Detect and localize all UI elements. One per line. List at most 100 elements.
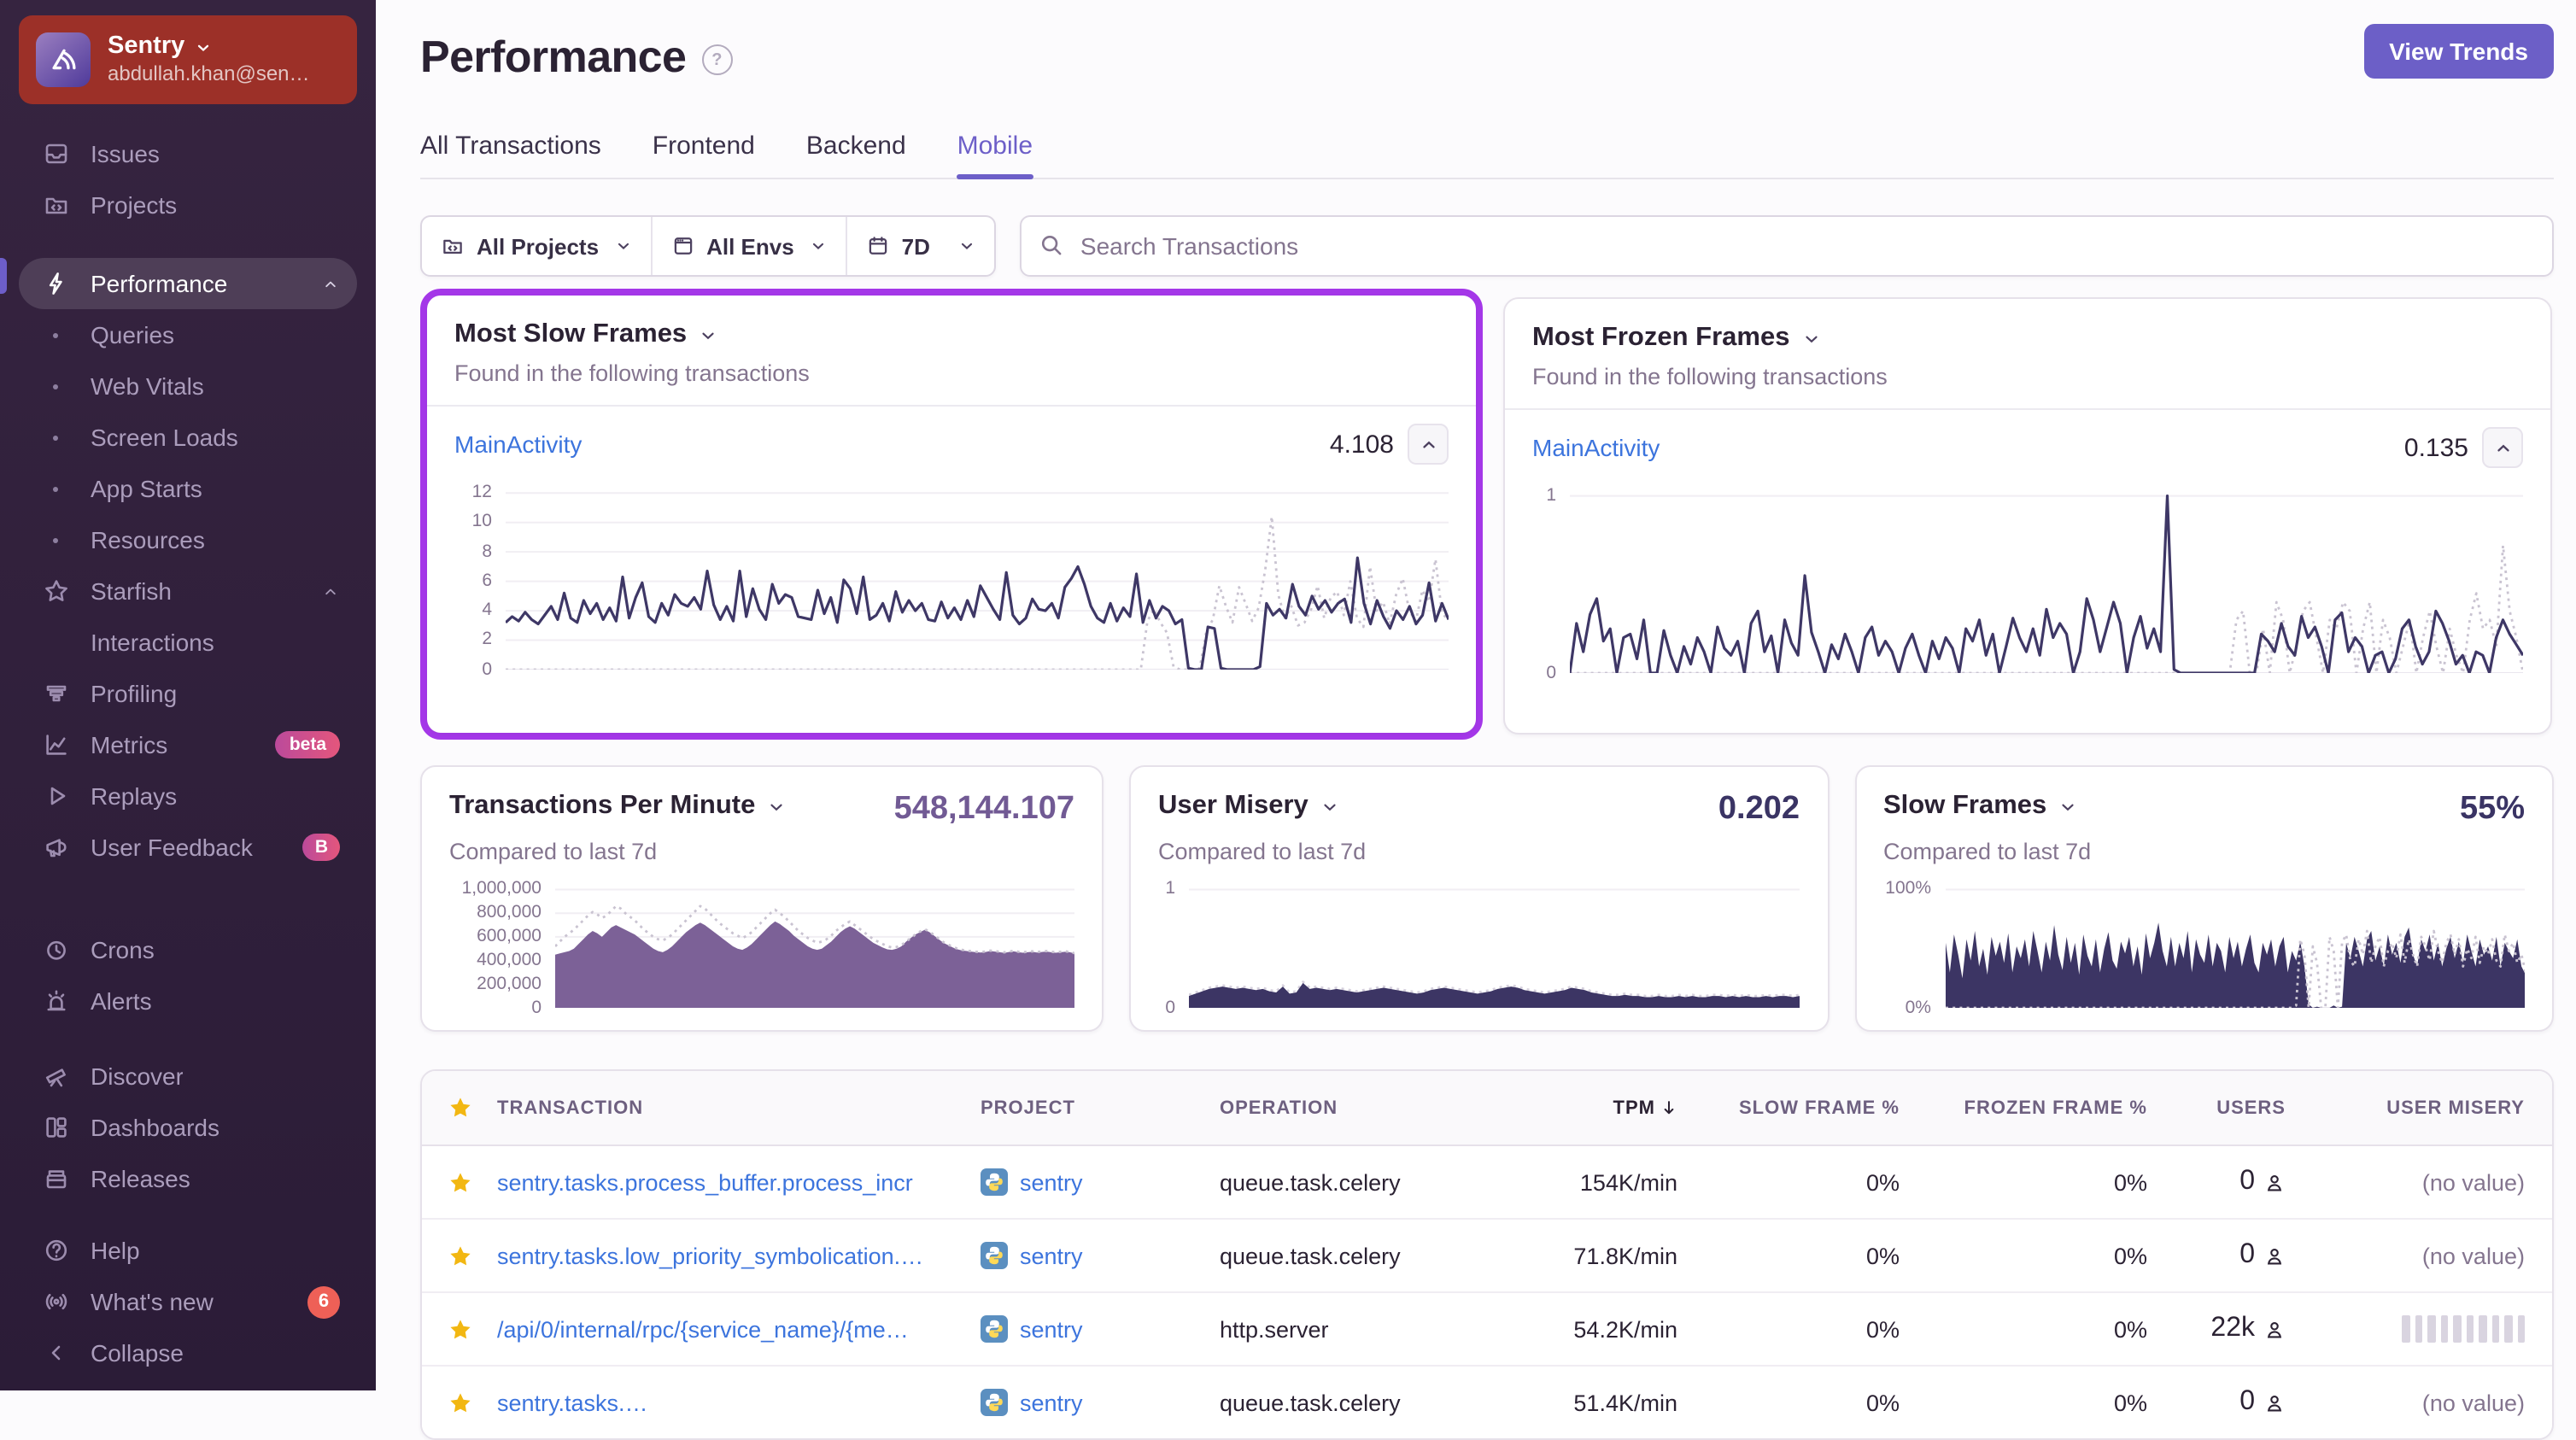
chevron-down-icon [959, 237, 976, 255]
sidebar-item-replays[interactable]: Replays [19, 770, 357, 822]
chart-plot-area[interactable] [1189, 885, 1800, 1008]
col-tpm[interactable]: TPM [1493, 1098, 1681, 1118]
card-subtitle: Found in the following transactions [454, 360, 810, 386]
users-cell: 22k [2151, 1314, 2313, 1344]
project-link[interactable]: sentry [1020, 1316, 1083, 1342]
most-frozen-frames-title[interactable]: Most Frozen Frames [1532, 323, 2523, 354]
most-frozen-frames-chart: 10 [1532, 482, 2523, 682]
sidebar-item-whats-new[interactable]: What's new 6 [19, 1276, 357, 1327]
col-operation[interactable]: OPERATION [1220, 1098, 1493, 1118]
tpm-title[interactable]: Transactions Per Minute [449, 791, 786, 822]
project-link[interactable]: sentry [1020, 1390, 1083, 1415]
clock-icon [41, 935, 70, 964]
project-filter[interactable]: All Projects [422, 217, 650, 275]
tab-bar: All Transactions Frontend Backend Mobile [420, 132, 2554, 179]
slow-frame-cell: 0% [1865, 1243, 1900, 1268]
col-frozen-frame[interactable]: FROZEN FRAME % [1903, 1098, 2151, 1118]
search-input[interactable] [1020, 215, 2554, 277]
col-transaction[interactable]: TRANSACTION [497, 1098, 981, 1118]
project-cell: sentry [981, 1242, 1220, 1269]
col-users[interactable]: USERS [2151, 1098, 2313, 1118]
collapse-toggle-button[interactable] [1408, 424, 1449, 465]
tab-mobile[interactable]: Mobile [957, 132, 1033, 179]
users-cell: 0 [2151, 1240, 2313, 1271]
chart-plot-area[interactable] [506, 478, 1449, 670]
sidebar-item-performance[interactable]: Performance [19, 258, 357, 309]
sidebar-item-discover[interactable]: Discover [19, 1051, 357, 1102]
sidebar-item-issues[interactable]: Issues [19, 128, 357, 179]
sidebar-item-projects[interactable]: Projects [19, 179, 357, 231]
sidebar-item-interactions[interactable]: Interactions [19, 617, 357, 668]
user-misery-bars [2313, 1315, 2552, 1343]
star-icon[interactable] [447, 1390, 472, 1415]
card-subtitle: Compared to last 7d [1883, 839, 2092, 864]
slow-frames-title[interactable]: Slow Frames [1883, 791, 2077, 822]
transaction-link[interactable]: /api/0/internal/rpc/{service_name}/{me… [497, 1316, 981, 1342]
view-trends-button[interactable]: View Trends [2363, 24, 2554, 79]
chevron-up-icon [321, 274, 340, 293]
sidebar-item-dashboards[interactable]: Dashboards [19, 1102, 357, 1153]
user-misery-title[interactable]: User Misery [1158, 791, 1339, 822]
sidebar-item-web-vitals[interactable]: Web Vitals [19, 360, 357, 412]
sidebar-item-screen-loads[interactable]: Screen Loads [19, 412, 357, 463]
sidebar-item-app-starts[interactable]: App Starts [19, 463, 357, 514]
slow-frames-chart: 100% 0% [1883, 879, 2525, 1017]
project-filter-label: All Projects [477, 233, 600, 259]
sidebar-item-metrics[interactable]: Metrics beta [19, 719, 357, 770]
tab-backend[interactable]: Backend [806, 132, 906, 161]
col-project[interactable]: PROJECT [981, 1098, 1220, 1118]
tab-frontend[interactable]: Frontend [653, 132, 755, 161]
col-slow-frame[interactable]: SLOW FRAME % [1681, 1098, 1903, 1118]
sidebar-item-releases[interactable]: Releases [19, 1153, 357, 1204]
star-icon[interactable] [447, 1316, 472, 1342]
sidebar-item-alerts[interactable]: Alerts [19, 975, 357, 1027]
sidebar-item-profiling[interactable]: Profiling [19, 668, 357, 719]
main-content: View Trends Performance ? All Transactio… [376, 0, 2576, 1440]
project-link[interactable]: sentry [1020, 1169, 1083, 1195]
transaction-link[interactable]: sentry.tasks.process_buffer.process_incr [497, 1169, 981, 1195]
star-icon[interactable] [447, 1169, 472, 1195]
sidebar-item-crons[interactable]: Crons [19, 924, 357, 975]
star-column-header-icon[interactable] [422, 1095, 497, 1121]
most-slow-frames-title[interactable]: Most Slow Frames [454, 319, 1449, 350]
sidebar-item-starfish[interactable]: Starfish [19, 565, 357, 617]
project-link[interactable]: sentry [1020, 1243, 1083, 1268]
sidebar-item-help[interactable]: Help [19, 1225, 357, 1276]
b-badge: B [302, 834, 340, 861]
environment-filter[interactable]: All Envs [650, 217, 846, 275]
transaction-link[interactable]: MainActivity [1532, 434, 1660, 461]
help-question-icon[interactable]: ? [701, 44, 733, 75]
collapse-toggle-button[interactable] [2482, 427, 2523, 468]
tab-all-transactions[interactable]: All Transactions [420, 132, 601, 161]
walkthrough-highlight-ring: Most Slow Frames Found in the following … [420, 289, 1483, 740]
chart-plot-area[interactable] [1570, 482, 2523, 673]
transaction-value: 4.108 [1329, 430, 1394, 459]
sidebar-item-label: Help [91, 1237, 140, 1264]
frozen-frame-cell: 0% [2113, 1243, 2147, 1268]
sentry-logo-icon [36, 32, 91, 87]
sidebar-item-user-feedback[interactable]: User Feedback B [19, 822, 357, 873]
star-icon[interactable] [447, 1243, 472, 1268]
operation-cell: queue.task.celery [1220, 1390, 1401, 1415]
collapse-icon [41, 1338, 70, 1367]
operation-cell: queue.task.celery [1220, 1169, 1401, 1195]
date-range-filter[interactable]: 7D [845, 217, 995, 275]
series-current-period [1570, 496, 2523, 673]
transaction-link[interactable]: sentry.tasks.low_priority_symbolication.… [497, 1243, 981, 1268]
profiling-icon [41, 679, 70, 708]
transaction-link[interactable]: sentry.tasks.… [497, 1390, 981, 1415]
chart-plot-area[interactable] [1945, 885, 2525, 1008]
sidebar-item-label: Alerts [91, 987, 152, 1015]
sidebar-item-queries[interactable]: Queries [19, 309, 357, 360]
bullet-icon [41, 435, 70, 440]
chart-plot-area[interactable] [555, 885, 1074, 1008]
chevron-down-icon [198, 44, 209, 51]
frozen-frame-cell: 0% [2113, 1390, 2147, 1415]
sidebar-collapse-button[interactable]: Collapse [19, 1327, 357, 1379]
tpm-chart: 1,000,000 800,000 600,000 400,000 200,000 0 [449, 879, 1074, 1017]
org-switcher[interactable]: Sentry abdullah.khan@sen… [19, 15, 357, 104]
col-user-misery[interactable]: USER MISERY [2313, 1098, 2552, 1118]
transaction-link[interactable]: MainActivity [454, 430, 582, 458]
sidebar-item-resources[interactable]: Resources [19, 514, 357, 565]
metrics-icon [41, 730, 70, 759]
